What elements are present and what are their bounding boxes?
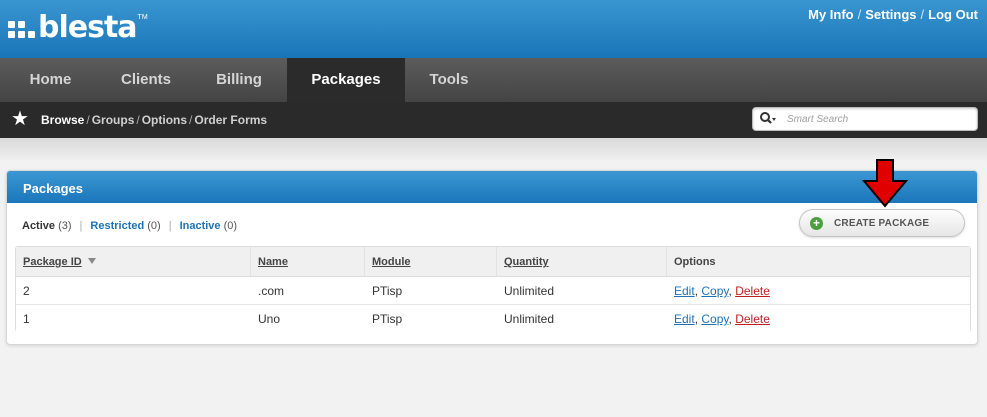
blesta-logo[interactable]: blesta TM [8,10,148,46]
filter-divider: | [79,220,83,232]
options-comma: , [728,284,732,298]
options-comma: , [694,312,699,326]
account-links: My Info / Settings / Log Out [808,7,978,22]
logo-text: blesta [38,10,138,45]
sort-desc-icon [87,258,96,264]
edit-link[interactable]: Edit [674,284,695,298]
cell-options: Edit, Copy, Delete [667,277,970,304]
subnav-separator: / [86,113,90,127]
filter-inactive[interactable]: Inactive (0) [180,220,237,232]
cell-module: PTisp [372,312,403,326]
header-shadow [0,138,987,162]
cell-options: Edit, Copy, Delete [667,305,970,333]
log-out-link[interactable]: Log Out [928,7,978,22]
tab-clients[interactable]: Clients [101,58,191,102]
link-separator: / [920,7,925,22]
subnav-order-forms[interactable]: Order Forms [194,113,267,127]
status-filters: Active (3) | Restricted (0) | Inactive (0) [22,220,237,232]
panel-header: Packages [7,171,977,203]
link-separator: / [857,7,862,22]
settings-link[interactable]: Settings [865,7,916,22]
copy-link[interactable]: Copy [701,284,728,298]
column-header-name[interactable]: Name [251,247,365,276]
packages-panel: Packages Active (3) | Restricted (0) | Inact… [6,159,978,345]
cell-quantity: Unlimited [504,312,555,326]
table-header-row: Package ID Name Module Quantity Options [16,247,970,277]
logo-trademark: TM [137,14,148,21]
column-header-module[interactable]: Module [365,247,497,276]
sub-nav-links: Browse / Groups / Options / Order Forms [41,113,267,127]
filter-restricted[interactable]: Restricted (0) [90,220,160,232]
create-package-label: CREATE PACKAGE [834,218,930,229]
filter-inactive-label: Inactive [179,220,221,232]
logo-dots-icon [8,13,36,43]
filter-restricted-count: (0) [147,220,161,232]
top-header: blesta TM My Info / Settings / Log Out [0,0,987,58]
tab-home[interactable]: Home [0,58,101,102]
red-arrow-annotation-icon [861,159,909,208]
subnav-separator: / [189,113,193,127]
subnav-separator: / [136,113,140,127]
delete-link[interactable]: Delete [735,284,770,298]
subnav-groups[interactable]: Groups [92,113,135,127]
options-comma: , [728,312,732,326]
smart-search-box [752,107,978,131]
cell-name: Uno [258,312,281,326]
subnav-options[interactable]: Options [142,113,187,127]
filter-divider: | [168,220,172,232]
table-row: 1 Uno PTisp Unlimited Edit, Copy, Delete [16,305,970,333]
cell-name: .com [258,284,285,298]
plus-icon: + [810,217,823,230]
name-header-label: Name [258,256,288,268]
packages-table: Package ID Name Module Quantity Options … [15,246,971,333]
table-row: 2 .com PTisp Unlimited Edit, Copy, Delet… [16,277,970,305]
panel-title: Packages [23,181,83,196]
tab-billing[interactable]: Billing [191,58,287,102]
column-header-package-id[interactable]: Package ID [16,247,251,276]
delete-link[interactable]: Delete [735,312,770,326]
quantity-header-label: Quantity [504,256,549,268]
tab-packages[interactable]: Packages [287,58,405,102]
cell-package-id: 2 [23,284,30,298]
filter-active-label: Active [22,220,56,232]
module-header-label: Module [372,256,411,268]
filter-inactive-count: (0) [223,220,238,232]
search-input[interactable] [787,111,972,127]
options-comma: , [694,284,699,298]
package-id-header-label: Package ID [23,256,82,268]
cell-quantity: Unlimited [504,284,555,298]
cell-package-id: 1 [23,312,30,326]
tab-tools[interactable]: Tools [405,58,493,102]
star-icon[interactable]: ★ [11,109,29,129]
create-package-button[interactable]: + CREATE PACKAGE [799,209,965,237]
column-header-quantity[interactable]: Quantity [497,247,667,276]
edit-link[interactable]: Edit [674,312,695,326]
my-info-link[interactable]: My Info [808,7,854,22]
filter-active-count: (3) [58,220,72,232]
filter-active[interactable]: Active (3) [22,220,72,232]
subnav-browse[interactable]: Browse [41,113,84,127]
column-header-options: Options [674,256,716,268]
filter-restricted-label: Restricted [90,220,145,232]
copy-link[interactable]: Copy [701,312,728,326]
main-nav: Home Clients Billing Packages Tools [0,58,987,102]
search-icon[interactable] [759,111,777,127]
cell-module: PTisp [372,284,403,298]
